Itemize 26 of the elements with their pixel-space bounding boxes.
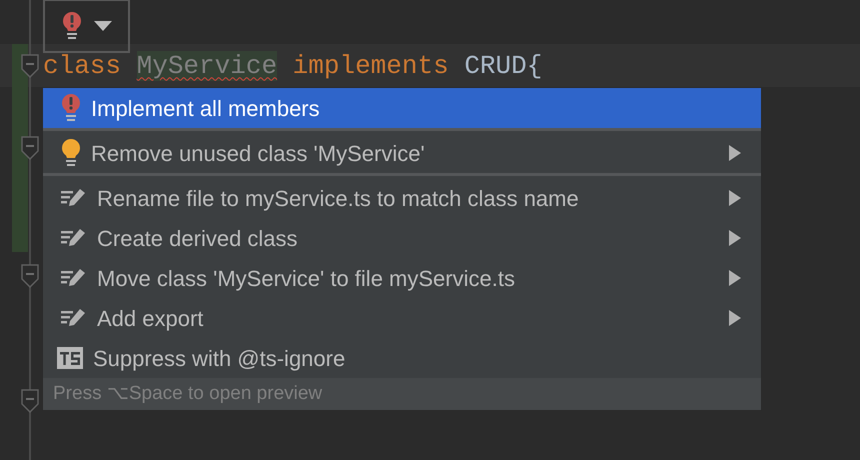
submenu-arrow-icon	[729, 190, 741, 206]
submenu-arrow-icon	[729, 145, 741, 161]
menu-item[interactable]: Implement all members	[43, 88, 761, 128]
code-line: class MyService implements CRUD{	[43, 50, 542, 82]
error-bulb-icon	[62, 12, 82, 40]
submenu-arrow-icon	[729, 230, 741, 246]
typescript-icon	[57, 347, 83, 369]
menu-item[interactable]: Move class 'MyService' to file myService.ts	[43, 258, 761, 298]
menu-item[interactable]: Rename file to myService.ts to match class name	[43, 178, 761, 218]
lightbulb-icon	[61, 139, 81, 167]
menu-item[interactable]: Create derived class	[43, 218, 761, 258]
submenu-arrow-icon	[729, 270, 741, 286]
menu-item[interactable]: Add export	[43, 298, 761, 338]
submenu-arrow-icon	[729, 310, 741, 326]
menu-item[interactable]: Remove unused class 'MyService'	[43, 133, 761, 173]
edit-icon	[61, 268, 87, 288]
menu-item[interactable]: Suppress with @ts-ignore	[43, 338, 761, 378]
edit-icon	[61, 308, 87, 328]
error-bulb-icon	[61, 94, 81, 122]
fold-marker-icon	[21, 389, 39, 413]
edit-icon	[61, 228, 87, 248]
edit-icon	[61, 188, 87, 208]
preview-hint: Press ⌥Space to open preview	[53, 382, 322, 406]
fold-marker-icon	[21, 264, 39, 288]
caret-icon	[94, 21, 112, 31]
fold-marker-icon	[21, 136, 39, 160]
